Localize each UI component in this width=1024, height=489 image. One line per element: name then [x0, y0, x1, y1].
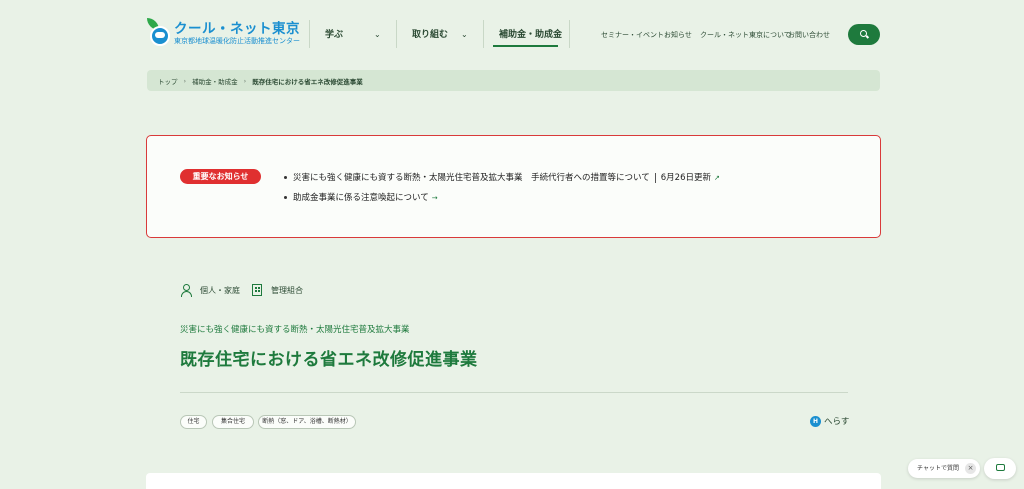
- notice-item[interactable]: 災害にも強く健康にも資する断熱・太陽光住宅普及拡大事業 手続代行者への措置等につ…: [284, 172, 720, 184]
- notice-link-text[interactable]: 災害にも強く健康にも資する断熱・太陽光住宅普及拡大事業 手続代行者への措置等につ…: [293, 173, 650, 183]
- nav-divider: [483, 20, 484, 48]
- breadcrumb-subsidy[interactable]: 補助金・助成金: [192, 76, 238, 86]
- logo-title: クール・ネット東京: [174, 20, 300, 37]
- herasu-icon: H: [810, 415, 821, 427]
- external-link-icon: ↗: [713, 174, 720, 182]
- notice-link-text[interactable]: 助成金事業に係る注意喚起について: [293, 193, 429, 203]
- nav-item-subsidy[interactable]: 補助金・助成金: [499, 27, 562, 43]
- util-link-about[interactable]: クール・ネット東京について: [700, 30, 791, 40]
- search-button[interactable]: [848, 24, 880, 45]
- chat-bubble-icon: [996, 464, 1005, 471]
- target-label: 個人・家庭: [200, 285, 240, 295]
- close-icon[interactable]: ×: [965, 463, 976, 474]
- util-link-news[interactable]: お知らせ: [664, 30, 692, 40]
- herasu-label: H へらす: [810, 415, 849, 427]
- breadcrumb: トップ › 補助金・助成金 › 既存住宅における省エネ改修促進事業: [147, 70, 880, 91]
- chat-button[interactable]: [984, 458, 1016, 479]
- divider: [180, 392, 848, 393]
- site-logo[interactable]: クール・ネット東京 東京都地球温暖化防止活動推進センター: [147, 18, 300, 48]
- site-header: クール・ネット東京 東京都地球温暖化防止活動推進センター 学ぶ ⌄ 取り組む ⌄…: [0, 0, 1024, 70]
- notice-badge: 重要なお知らせ: [180, 169, 261, 184]
- page-title: 既存住宅における省エネ改修促進事業: [180, 350, 478, 370]
- nav-divider: [309, 20, 310, 48]
- bullet-icon: [284, 176, 287, 179]
- nav-item-act[interactable]: 取り組む: [412, 27, 448, 43]
- chevron-right-icon: ›: [183, 76, 187, 85]
- util-link-seminar[interactable]: セミナー・イベント: [601, 30, 664, 40]
- notice-item[interactable]: 助成金事業に係る注意喚起について →: [284, 192, 438, 204]
- logo-subtitle: 東京都地球温暖化防止活動推進センター: [174, 36, 300, 45]
- target-label: 管理組合: [271, 285, 303, 295]
- logo-mark-icon: [147, 18, 171, 48]
- person-icon: [181, 284, 192, 297]
- chevron-down-icon: ⌄: [461, 30, 468, 39]
- nav-active-indicator: [493, 45, 558, 47]
- breadcrumb-home[interactable]: トップ: [158, 76, 178, 86]
- chevron-right-icon: ›: [243, 76, 247, 85]
- target-association: 管理組合: [252, 284, 303, 296]
- content-card: [146, 473, 881, 489]
- arrow-right-icon: →: [431, 194, 438, 202]
- target-individual: 個人・家庭: [181, 284, 240, 297]
- chevron-down-icon: ⌄: [374, 30, 381, 39]
- bullet-icon: [284, 196, 287, 199]
- util-link-contact[interactable]: お問い合わせ: [788, 30, 830, 40]
- breadcrumb-current: 既存住宅における省エネ改修促進事業: [252, 77, 363, 86]
- nav-divider: [569, 20, 570, 48]
- tag-apartment[interactable]: 集合住宅: [212, 415, 254, 429]
- nav-item-learn[interactable]: 学ぶ: [325, 27, 343, 43]
- tag-insulation[interactable]: 断熱（窓、ドア、浴槽、断熱材）: [258, 415, 356, 429]
- chat-label: チャットで質問: [917, 465, 959, 472]
- building-icon: [252, 284, 262, 296]
- important-notice-box: 重要なお知らせ 災害にも強く健康にも資する断熱・太陽光住宅普及拡大事業 手続代行…: [146, 135, 881, 238]
- tag-housing[interactable]: 住宅: [180, 415, 207, 429]
- nav-divider: [396, 20, 397, 48]
- notice-update-date: 6月26日更新: [654, 173, 711, 183]
- page-subtitle: 災害にも強く健康にも資する断熱・太陽光住宅普及拡大事業: [180, 325, 410, 335]
- chat-prompt[interactable]: チャットで質問 ×: [908, 459, 980, 478]
- herasu-text: へらす: [824, 417, 850, 427]
